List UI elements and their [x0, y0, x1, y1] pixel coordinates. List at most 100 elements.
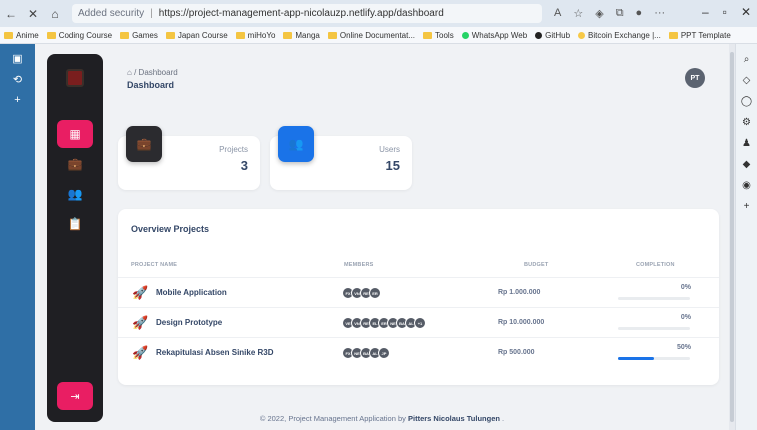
bookmark-label: GitHub — [545, 30, 571, 40]
member-avatar[interactable]: JP — [378, 347, 390, 359]
folder-icon — [235, 31, 245, 39]
tab-actions-icon[interactable]: ▣ — [0, 52, 35, 65]
rocket-icon: 🚀 — [132, 345, 149, 360]
users-icon: 👥 — [278, 126, 314, 162]
folder-icon — [120, 31, 130, 39]
browser-titlebar: ← ✕ ⌂ Added security | https://project-m… — [0, 0, 757, 27]
overview-title: Overview Projects — [131, 224, 210, 234]
bookmark-item[interactable]: Games — [116, 31, 162, 40]
breadcrumb-current: Dashboard — [138, 68, 178, 77]
completion-bar — [618, 357, 690, 360]
scrollbar-thumb[interactable] — [730, 52, 734, 422]
favorite-icon[interactable]: ☆ — [573, 7, 583, 20]
footer: © 2022, Project Management Application b… — [35, 414, 729, 423]
new-tab-icon[interactable]: + — [0, 94, 35, 106]
vertical-tab-icon[interactable]: ⟲ — [0, 73, 35, 86]
avatar[interactable]: PT — [685, 68, 705, 88]
users-nav-item[interactable]: 👥 — [57, 180, 93, 208]
folder-icon — [668, 31, 678, 39]
table-row[interactable]: 🚀 Rekapitulasi Absen Sinike R3D FX NE BA… — [118, 337, 719, 367]
address-bar[interactable]: Added security | https://project-managem… — [72, 4, 542, 23]
bookmark-item[interactable]: miHoYo — [232, 31, 280, 40]
search-icon[interactable]: ⌕ — [736, 54, 757, 65]
budget: Rp 10.000.000 — [498, 319, 545, 326]
bookmark-item[interactable]: WhatsApp Web — [458, 31, 531, 40]
rocket-icon: 🚀 — [132, 285, 149, 300]
project-name: Mobile Application — [156, 288, 227, 297]
extensions-icon[interactable]: ◈ — [595, 7, 603, 20]
project-name: Rekapitulasi Absen Sinike R3D — [156, 348, 274, 357]
window-controls: – ▫ ✕ — [702, 5, 751, 19]
folder-icon — [423, 31, 433, 39]
collections-icon[interactable]: ⧉ — [616, 7, 624, 20]
app-logo[interactable] — [66, 69, 84, 87]
bookmark-item[interactable]: Coding Course — [43, 31, 116, 40]
bookmark-label: Manga — [295, 30, 320, 40]
footer-text: © 2022, Project Management Application b… — [259, 414, 406, 423]
projects-stat-card: 💼 Projects 3 — [118, 126, 260, 190]
more-icon[interactable]: ··· — [654, 7, 665, 20]
breadcrumb: ⌂ / Dashboard — [127, 68, 178, 77]
home-icon[interactable]: ⌂ — [127, 68, 132, 77]
restore-icon[interactable]: ▫ — [723, 5, 727, 19]
logout-button[interactable]: ⇥ — [57, 382, 93, 410]
tag-icon[interactable]: ◇ — [736, 75, 757, 86]
close-window-icon[interactable]: ✕ — [741, 5, 751, 19]
minimize-icon[interactable]: – — [702, 5, 709, 19]
outlook-icon[interactable]: ◉ — [736, 180, 757, 191]
profile-icon[interactable]: ● — [636, 7, 643, 20]
member-avatar[interactable]: ER — [369, 287, 381, 299]
bookmark-item[interactable]: Manga — [279, 31, 323, 40]
bookmark-item[interactable]: Online Documentat... — [324, 31, 419, 40]
read-aloud-icon[interactable]: A — [554, 7, 561, 20]
bookmark-label: Online Documentat... — [339, 30, 416, 40]
completion-fill — [618, 357, 654, 360]
browser-sidebar-right: ⌕ ◇ ◯ ⚙ ♟ ◆ ◉ + — [735, 44, 757, 430]
reports-nav-item[interactable]: 📋 — [57, 210, 93, 238]
overview-projects-card: Overview Projects PROJECT NAME MEMBERS B… — [118, 209, 719, 385]
clipboard-icon: 📋 — [67, 217, 83, 231]
bookmark-item[interactable]: Anime — [0, 31, 43, 40]
bookmark-label: Anime — [16, 30, 39, 40]
folder-icon — [165, 31, 175, 39]
add-icon[interactable]: + — [736, 201, 757, 212]
bookmark-label: miHoYo — [247, 30, 276, 40]
completion-text: 0% — [680, 284, 691, 291]
bookmark-item[interactable]: Bitcoin Exchange |... — [574, 31, 665, 40]
member-avatar[interactable]: +1 — [414, 317, 426, 329]
shopping-icon[interactable]: ◯ — [736, 96, 757, 107]
close-tab-icon[interactable]: ✕ — [22, 7, 44, 21]
folder-icon — [4, 31, 13, 39]
bitcoin-icon — [578, 31, 586, 39]
dashboard-icon: ▦ — [69, 127, 81, 141]
budget: Rp 1.000.000 — [498, 289, 541, 296]
bookmark-item[interactable]: PPT Template — [665, 31, 735, 40]
bookmark-item[interactable]: GitHub — [531, 31, 574, 40]
bookmark-label: Bitcoin Exchange |... — [588, 30, 661, 40]
page-title: Dashboard — [127, 80, 175, 90]
whatsapp-icon — [461, 31, 469, 39]
members-group: VE VN RE EL ER NE BA AL +1 — [342, 317, 426, 329]
tools-icon[interactable]: ⚙ — [736, 117, 757, 128]
toolbar-icons: A ☆ ◈ ⧉ ● ··· — [554, 7, 665, 20]
stat-value: 3 — [240, 158, 248, 173]
projects-nav-item[interactable]: 💼 — [57, 150, 93, 178]
stat-value: 15 — [385, 158, 400, 173]
bookmark-label: Coding Course — [58, 30, 113, 40]
dashboard-nav-item[interactable]: ▦ — [57, 120, 93, 148]
footer-author-link[interactable]: Pitters Nicolaus Tulungen — [408, 414, 500, 423]
logout-icon: ⇥ — [70, 390, 80, 403]
rocket-icon: 🚀 — [132, 315, 149, 330]
bookmark-item[interactable]: Tools — [419, 31, 458, 40]
members-group: FX NE BA AL JP — [342, 347, 390, 359]
table-row[interactable]: 🚀 Mobile Application FX VN RE ER Rp 1.00… — [118, 277, 719, 307]
table-row[interactable]: 🚀 Design Prototype VE VN RE EL ER NE BA … — [118, 307, 719, 337]
folder-icon — [327, 31, 337, 39]
home-icon[interactable]: ⌂ — [44, 7, 66, 21]
bookmark-item[interactable]: Japan Course — [162, 31, 232, 40]
completion-text: 0% — [680, 314, 691, 321]
back-icon[interactable]: ← — [0, 7, 22, 21]
office-icon[interactable]: ◆ — [736, 159, 757, 170]
games-icon[interactable]: ♟ — [736, 138, 757, 149]
page-content: ▦ 💼 👥 📋 ⇥ ⌂ / Dashboard Dashboard PT 💼 P… — [35, 44, 729, 430]
